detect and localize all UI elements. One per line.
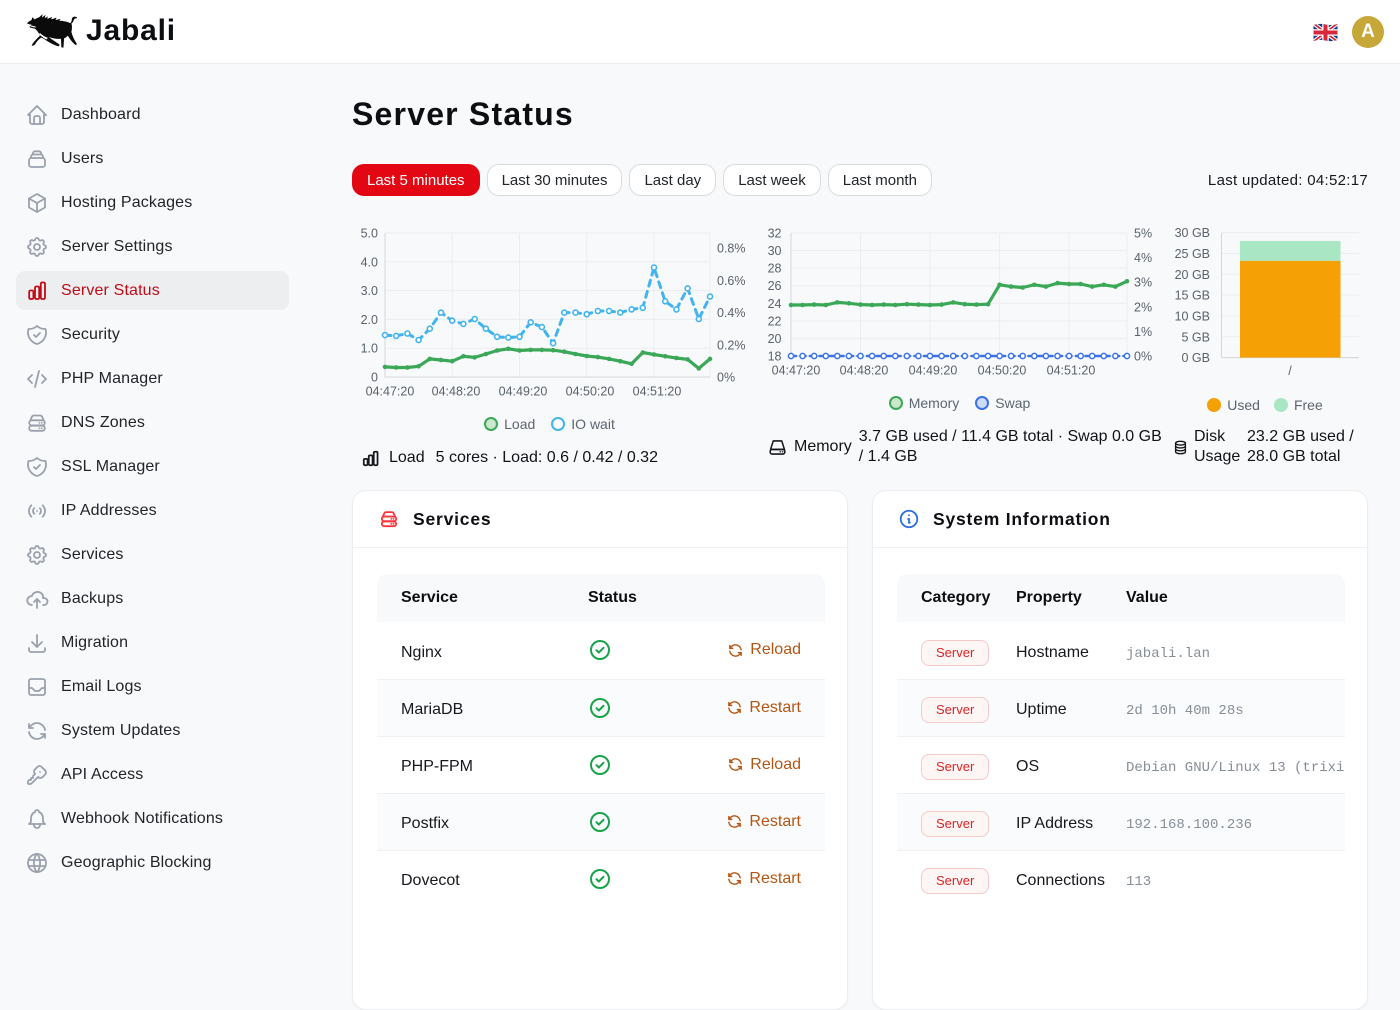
svg-text:04:49:20: 04:49:20 [909, 364, 958, 378]
svg-text:30: 30 [768, 244, 782, 258]
svg-text:5 GB: 5 GB [1182, 330, 1211, 344]
svg-text:0%: 0% [717, 371, 735, 385]
svg-text:4%: 4% [1134, 251, 1152, 265]
svg-text:28: 28 [768, 262, 782, 276]
svg-text:04:51:20: 04:51:20 [1047, 364, 1096, 378]
svg-text:04:48:20: 04:48:20 [432, 385, 481, 399]
svg-text:04:47:20: 04:47:20 [366, 385, 415, 399]
svg-text:5%: 5% [1134, 227, 1152, 241]
svg-text:20: 20 [768, 332, 782, 346]
svg-text:0: 0 [371, 371, 378, 385]
svg-text:3%: 3% [1134, 276, 1152, 290]
svg-text:0 GB: 0 GB [1182, 351, 1211, 365]
svg-text:15 GB: 15 GB [1175, 289, 1210, 303]
svg-text:3.0: 3.0 [361, 284, 378, 298]
svg-text:0%: 0% [1134, 350, 1152, 364]
svg-text:20 GB: 20 GB [1175, 268, 1210, 282]
svg-text:2%: 2% [1134, 300, 1152, 314]
svg-text:18: 18 [768, 350, 782, 364]
svg-text:04:50:20: 04:50:20 [566, 385, 615, 399]
svg-text:0.8%: 0.8% [717, 242, 746, 256]
svg-text:24: 24 [768, 297, 782, 311]
svg-text:22: 22 [768, 314, 782, 328]
svg-text:04:50:20: 04:50:20 [978, 364, 1027, 378]
svg-text:26: 26 [768, 279, 782, 293]
svg-text:25 GB: 25 GB [1175, 247, 1210, 261]
svg-text:32: 32 [768, 227, 782, 241]
svg-text:1.0: 1.0 [361, 342, 378, 356]
svg-text:30 GB: 30 GB [1175, 226, 1210, 240]
svg-text:/: / [1288, 364, 1292, 378]
svg-text:0.6%: 0.6% [717, 274, 746, 288]
svg-text:04:49:20: 04:49:20 [499, 385, 548, 399]
svg-text:0.4%: 0.4% [717, 306, 746, 320]
svg-text:04:47:20: 04:47:20 [772, 364, 821, 378]
svg-text:5.0: 5.0 [361, 227, 378, 241]
svg-text:0.2%: 0.2% [717, 338, 746, 352]
svg-text:04:48:20: 04:48:20 [840, 364, 889, 378]
svg-text:1%: 1% [1134, 325, 1152, 339]
svg-text:4.0: 4.0 [361, 255, 378, 269]
svg-text:04:51:20: 04:51:20 [633, 385, 682, 399]
svg-text:2.0: 2.0 [361, 313, 378, 327]
svg-text:10 GB: 10 GB [1175, 309, 1210, 323]
